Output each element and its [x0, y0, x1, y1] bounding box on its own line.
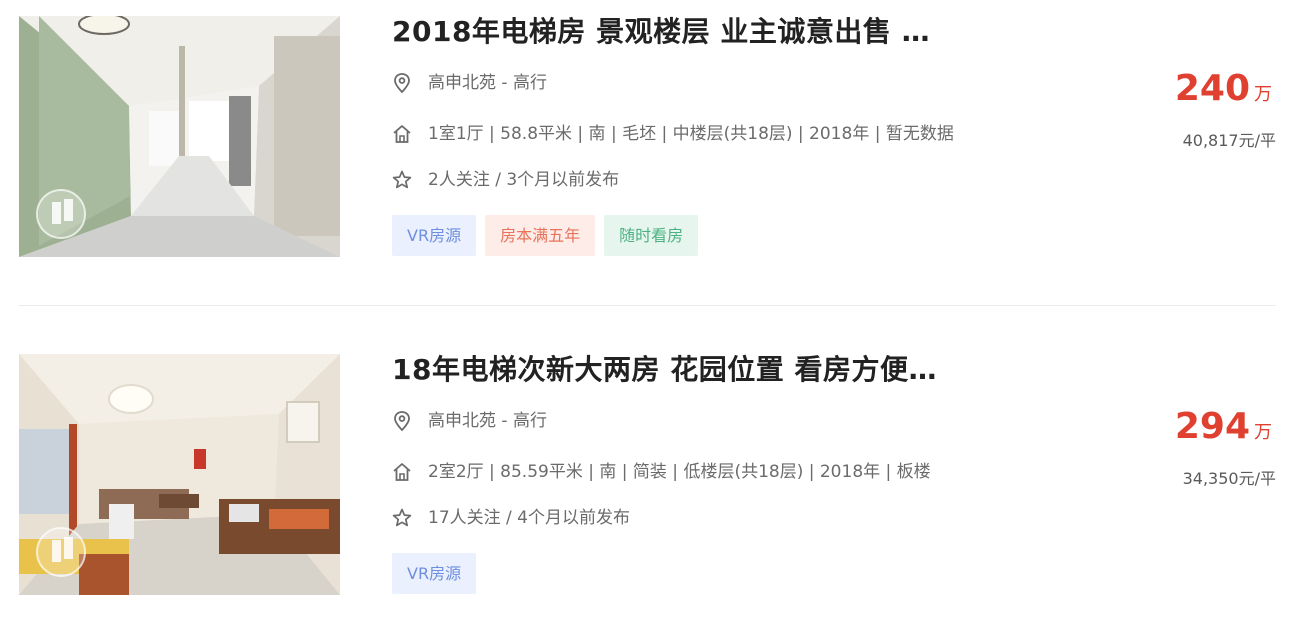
follow-info-text: 2人关注 / 3个月以前发布 [428, 170, 620, 190]
tag-anytime-visit: 随时看房 [604, 215, 699, 256]
listing-photo[interactable] [19, 354, 340, 595]
total-price: 240 万 [1175, 67, 1272, 111]
total-price-value: 240 [1174, 68, 1250, 109]
listing-card[interactable]: 2018年电梯房 景观楼层 业主诚意出售 … 高申北苑 - 高行 1室1厅 | … [0, 15, 1290, 257]
tag-list: VR房源 房本满五年 随时看房 [392, 215, 699, 256]
total-price-value: 294 [1174, 406, 1250, 447]
listing-divider [19, 305, 1276, 306]
listing-photo-image [19, 354, 340, 595]
total-price-unit: 万 [1254, 84, 1272, 105]
tag-five-years: 房本满五年 [485, 215, 596, 256]
house-icon [392, 461, 412, 483]
follow-info-text: 17人关注 / 4个月以前发布 [428, 508, 630, 528]
listing-photo[interactable] [19, 16, 340, 257]
house-info-text: 2室2厅 | 85.59平米 | 南 | 简装 | 低楼层(共18层) | 20… [428, 462, 931, 482]
location-text[interactable]: 高申北苑 - 高行 [428, 409, 547, 433]
listing-photo-image [19, 16, 340, 257]
house-icon [392, 123, 412, 145]
vr-badge-icon [36, 189, 86, 239]
listing-title[interactable]: 18年电梯次新大两房 花园位置 看房方便… [392, 353, 937, 387]
total-price: 294 万 [1175, 405, 1272, 449]
house-info-text: 1室1厅 | 58.8平米 | 南 | 毛坯 | 中楼层(共18层) | 201… [428, 124, 954, 144]
total-price-unit: 万 [1254, 422, 1272, 443]
location-text[interactable]: 高申北苑 - 高行 [428, 71, 547, 95]
map-pin-icon [392, 72, 412, 94]
tag-vr: VR房源 [392, 553, 477, 594]
map-pin-icon [392, 410, 412, 432]
listing-card[interactable]: 18年电梯次新大两房 花园位置 看房方便… 高申北苑 - 高行 2室2厅 | 8… [0, 353, 1290, 595]
tag-vr: VR房源 [392, 215, 477, 256]
star-icon [392, 169, 412, 191]
vr-badge-icon [36, 527, 86, 577]
star-icon [392, 507, 412, 529]
unit-price: 34,350元/平 [1182, 469, 1276, 488]
unit-price: 40,817元/平 [1182, 131, 1276, 150]
listing-title[interactable]: 2018年电梯房 景观楼层 业主诚意出售 … [392, 15, 930, 49]
tag-list: VR房源 [392, 553, 477, 594]
